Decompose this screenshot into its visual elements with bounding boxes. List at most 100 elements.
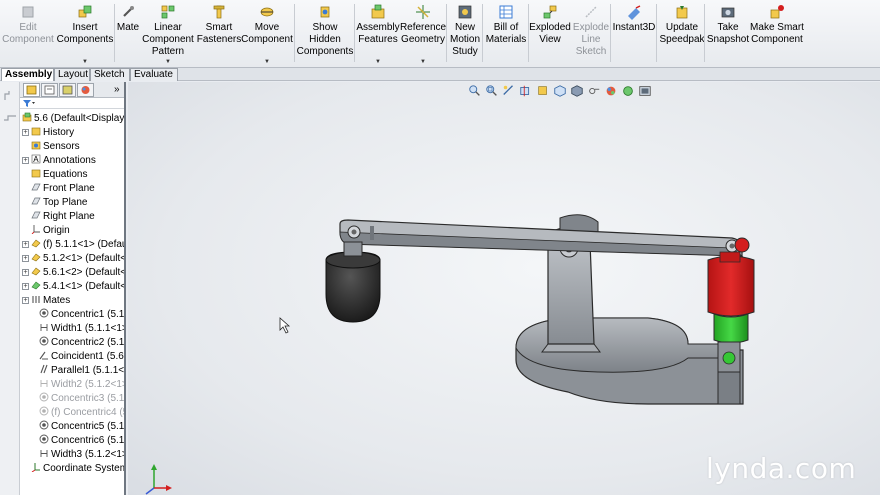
part-green-icon	[31, 281, 41, 290]
ribbon-separator	[528, 4, 529, 62]
tree-item[interactable]: Width1 (5.1.1<1>	[39, 322, 124, 336]
make-smart-component-button[interactable]: Make Smart Component	[750, 2, 804, 66]
tree-item[interactable]: Concentric5 (5.1.	[39, 420, 124, 434]
tree-item[interactable]: History	[31, 126, 74, 140]
mouse-cursor-icon	[279, 317, 291, 334]
tree-item-label: History	[43, 127, 75, 138]
tree-item[interactable]: 5.1.2<1> (Default<	[31, 252, 126, 266]
tree-item[interactable]: Parallel1 (5.1.1<1	[39, 364, 124, 378]
exploded-view-button[interactable]: Exploded View	[529, 2, 571, 66]
speedpak-icon	[676, 6, 688, 19]
expand-toggle[interactable]: +	[22, 255, 29, 262]
sketch-toggle-icon[interactable]	[3, 90, 17, 102]
edit-component-button[interactable]: Edit Component	[2, 2, 54, 66]
layout-toggle-icon[interactable]	[3, 112, 17, 124]
edit-component-icon	[22, 6, 34, 18]
new-motion-study-button[interactable]: New Motion Study	[448, 2, 482, 66]
tree-item[interactable]: Concentric1 (5.1.	[39, 308, 126, 322]
tree-item-label: Concentric1 (5.1.	[51, 309, 126, 320]
show-hidden-components-button[interactable]: Show Hidden Components	[296, 2, 354, 66]
insert-components-button[interactable]: Insert Components ▼	[56, 2, 114, 66]
width-icon	[40, 324, 48, 331]
expand-toggle[interactable]: +	[22, 129, 29, 136]
tree-item[interactable]: Right Plane	[31, 210, 95, 224]
lever-beam[interactable]	[339, 219, 744, 257]
display-manager-icon	[81, 86, 90, 94]
button-label: Mate	[116, 22, 140, 33]
tree-item[interactable]: Concentric3 (5.1.	[39, 392, 124, 406]
button-label: Reference Geometry	[399, 22, 447, 45]
assembly-model[interactable]	[128, 82, 880, 495]
move-component-button[interactable]: Move Component ▼	[241, 2, 293, 66]
tree-item[interactable]: Concentric2 (5.1.	[39, 336, 124, 350]
tab-property-manager[interactable]	[41, 83, 58, 97]
tree-item[interactable]: 5.6.1<2> (Default<	[31, 266, 124, 280]
dropdown-arrow-icon[interactable]: ▼	[264, 58, 270, 66]
bill-of-materials-button[interactable]: Bill of Materials	[484, 2, 528, 66]
tree-item[interactable]: Origin	[31, 224, 70, 238]
tree-item-label: 5.6 (Default<Display	[34, 113, 125, 124]
tab-layout[interactable]: Layout	[54, 68, 90, 81]
ribbon-separator	[114, 4, 115, 62]
graphics-viewport[interactable]: lynda.com	[128, 82, 880, 495]
tree-item-label: Coordinate System	[43, 463, 126, 474]
mates-icon	[32, 296, 40, 303]
assembly-features-icon	[371, 4, 385, 19]
watermark-text: lynda.com	[706, 452, 857, 485]
tree-item[interactable]: Coordinate System	[31, 462, 126, 476]
tree-item[interactable]: Sensors	[31, 140, 80, 154]
tree-item[interactable]: Width3 (5.1.2<1>	[39, 448, 124, 462]
tab-feature-manager[interactable]	[23, 83, 40, 97]
dropdown-arrow-icon[interactable]: ▼	[375, 58, 381, 66]
expand-toggle[interactable]: +	[22, 297, 29, 304]
part-icon	[31, 253, 41, 262]
tree-item[interactable]: Mates	[31, 294, 70, 308]
black-weight[interactable]	[325, 241, 381, 323]
linear-component-pattern-button[interactable]: Linear Component Pattern ▼	[142, 2, 194, 66]
tree-item[interactable]: (f) 5.1.1<1> (Defaul	[31, 238, 124, 252]
expand-toggle[interactable]: +	[22, 283, 29, 290]
tree-item[interactable]: Coincident1 (5.6.	[39, 350, 124, 364]
tree-item[interactable]: 5.4.1<1> (Default<	[31, 280, 124, 294]
tab-evaluate[interactable]: Evaluate	[130, 68, 178, 81]
coordinate-triad-icon	[145, 464, 172, 495]
tab-display-manager[interactable]	[77, 83, 94, 97]
take-snapshot-button[interactable]: Take Snapshot	[707, 2, 749, 66]
button-label: Show Hidden Components	[296, 22, 354, 57]
tree-item[interactable]: Front Plane	[31, 182, 95, 196]
smart-fasteners-button[interactable]: Smart Fasteners	[196, 2, 242, 66]
tree-item[interactable]: Width2 (5.1.2<1>	[39, 378, 124, 392]
dropdown-arrow-icon[interactable]: ▼	[165, 58, 171, 66]
tree-item[interactable]: 5.6 (Default<Display	[22, 112, 124, 126]
tree-item[interactable]: (f) Concentric4 (5	[39, 406, 124, 420]
tab-assembly[interactable]: Assembly	[1, 68, 54, 81]
origin-icon	[31, 225, 40, 234]
expand-toggle[interactable]: +	[22, 157, 29, 164]
reference-geometry-button[interactable]: Reference Geometry ▼	[399, 2, 447, 66]
task-pane-strip	[0, 82, 20, 495]
button-label: Update Speedpak	[659, 22, 705, 45]
tree-item-label: 5.1.2<1> (Default<	[43, 253, 126, 264]
tree-item[interactable]: Equations	[31, 168, 87, 182]
tab-configuration-manager[interactable]	[59, 83, 76, 97]
tree-item[interactable]: Top Plane	[31, 196, 87, 210]
tree-filter[interactable]	[20, 99, 124, 109]
assembly-features-button[interactable]: Assembly Features ▼	[356, 2, 400, 66]
tree-item[interactable]: A Annotations	[31, 154, 96, 168]
concentric-icon	[39, 336, 49, 346]
expand-toggle[interactable]: +	[22, 241, 29, 248]
update-speedpak-button[interactable]: Update Speedpak	[658, 2, 706, 66]
smart-fasteners-icon	[213, 5, 225, 19]
explode-line-sketch-button[interactable]: Explode Line Sketch	[572, 2, 610, 66]
tree-item[interactable]: Concentric6 (5.1.	[39, 434, 124, 448]
tab-sketch[interactable]: Sketch	[90, 68, 130, 81]
coincident-icon	[39, 351, 48, 360]
mate-button[interactable]: Mate	[116, 2, 140, 66]
instant3d-button[interactable]: Instant3D	[612, 2, 656, 66]
equations-icon	[31, 169, 41, 178]
expand-panel-chevron-icon[interactable]: »	[114, 83, 120, 97]
dropdown-arrow-icon[interactable]: ▼	[82, 58, 88, 66]
coordinate-system-icon	[31, 463, 40, 472]
expand-toggle[interactable]: +	[22, 269, 29, 276]
dropdown-arrow-icon[interactable]: ▼	[420, 58, 426, 66]
